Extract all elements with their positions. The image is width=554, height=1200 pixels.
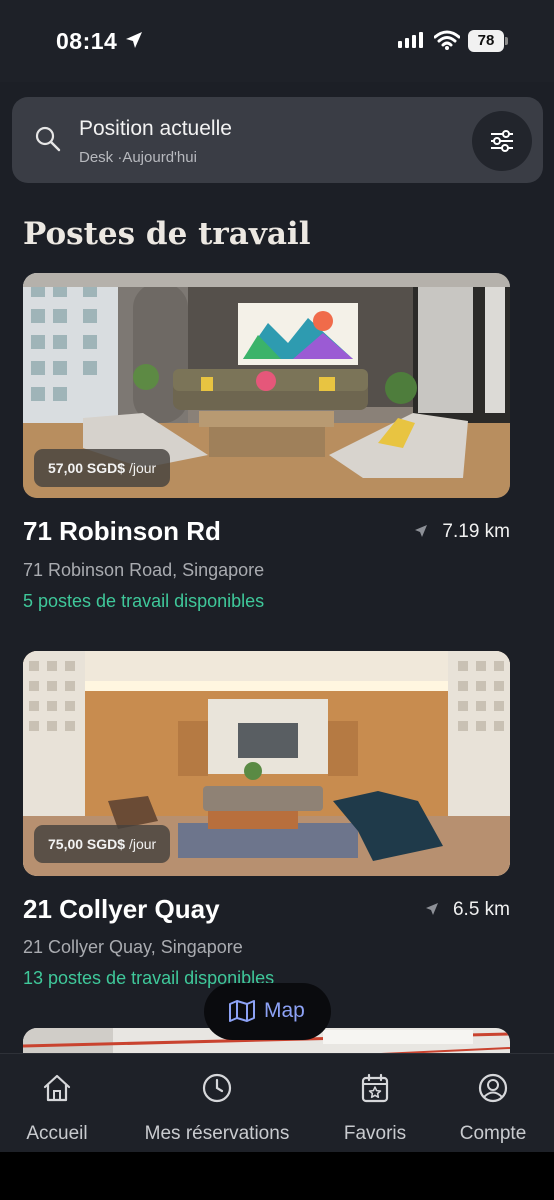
app-screen: 08:14 78 Position actuelle Desk ·Aujourd… — [0, 0, 554, 1152]
tab-label: Accueil — [26, 1123, 88, 1144]
battery-level: 78 — [468, 30, 504, 52]
tab-label: Mes réservations — [144, 1123, 290, 1144]
signal-icon — [398, 32, 423, 48]
home-icon — [43, 1074, 71, 1102]
tab-mes-reservations[interactable]: Mes réservations — [134, 1054, 300, 1152]
listing-photo-collyer[interactable]: 75,00 SGD$ /jour — [23, 651, 510, 876]
location-search-card[interactable]: Position actuelle Desk ·Aujourd'hui — [12, 97, 543, 183]
tab-label: Favoris — [343, 1123, 407, 1144]
calendar-star-icon — [361, 1073, 389, 1103]
listing-distance: 7.19 km — [414, 521, 510, 543]
filter-button[interactable] — [472, 111, 532, 171]
price-badge: 75,00 SGD$ /jour — [34, 825, 171, 863]
price-unit: /jour — [128, 836, 157, 852]
map-button[interactable]: Map — [204, 983, 331, 1040]
listing-address: 21 Collyer Quay, Singapore — [23, 937, 243, 957]
status-time: 08:14 — [56, 28, 118, 54]
search-location-title: Position actuelle — [79, 117, 232, 140]
listing-distance-value: 6.5 km — [452, 899, 510, 920]
price-amount: 57,00 SGD$ — [48, 460, 126, 476]
listing-distance-value: 7.19 km — [442, 521, 510, 542]
search-icon — [35, 126, 61, 152]
navigation-arrow-icon — [425, 903, 438, 915]
listing-address: 71 Robinson Road, Singapore — [23, 560, 265, 580]
search-location-subtitle: Desk ·Aujourd'hui — [79, 149, 197, 166]
listing-name[interactable]: 21 Collyer Quay — [23, 894, 220, 925]
price-amount: 75,00 SGD$ — [48, 836, 126, 852]
bottom-tab-bar: Accueil Mes réservations Favoris Compte — [0, 1053, 554, 1152]
account-icon — [478, 1073, 508, 1103]
navigation-arrow-icon — [415, 525, 428, 537]
listing-name[interactable]: 71 Robinson Rd — [23, 516, 221, 547]
location-arrow-icon — [126, 32, 142, 48]
battery-icon: 78 — [468, 30, 508, 52]
status-bar: 08:14 78 — [0, 0, 554, 82]
wifi-icon — [434, 30, 460, 50]
map-icon — [229, 1000, 255, 1022]
tab-label: Compte — [459, 1123, 527, 1144]
listing-photo-robinson[interactable]: 57,00 SGD$ /jour — [23, 273, 510, 498]
price-unit: /jour — [128, 460, 157, 476]
battery-tip — [505, 37, 508, 45]
tab-favoris[interactable]: Favoris — [332, 1054, 418, 1152]
sliders-icon — [491, 130, 513, 152]
tab-accueil[interactable]: Accueil — [10, 1054, 104, 1152]
tab-compte[interactable]: Compte — [446, 1054, 540, 1152]
section-title: Postes de travail — [23, 216, 311, 252]
listing-distance: 6.5 km — [425, 899, 510, 921]
clock-icon — [202, 1073, 232, 1103]
map-button-label: Map — [264, 999, 305, 1022]
listing-availability: 5 postes de travail disponibles — [23, 591, 265, 611]
price-badge: 57,00 SGD$ /jour — [34, 449, 171, 487]
